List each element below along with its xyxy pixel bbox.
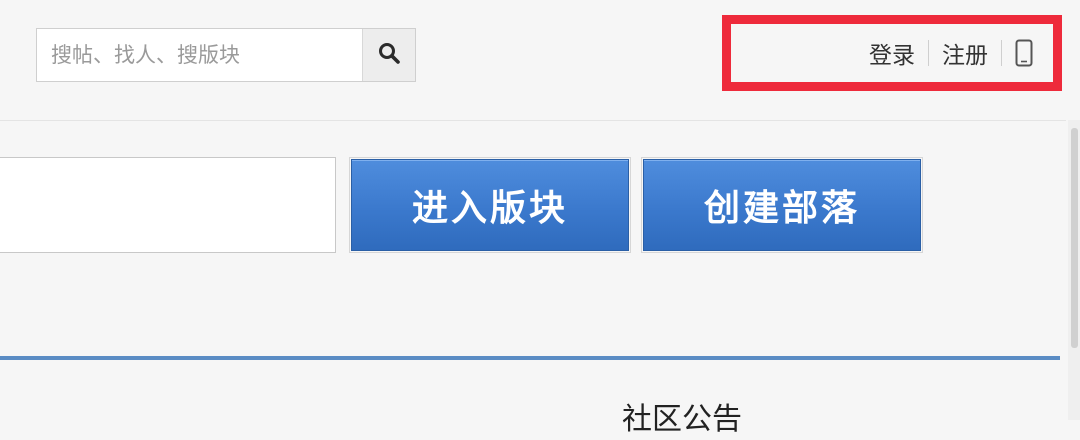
create-tribe-button[interactable]: 创建部落: [641, 157, 923, 253]
nav-divider: [928, 40, 929, 66]
search-input[interactable]: [37, 29, 363, 81]
forum-input[interactable]: [0, 158, 335, 252]
login-link[interactable]: 登录: [869, 36, 915, 70]
nav-divider: [1001, 40, 1002, 66]
header-divider: [0, 120, 1066, 121]
announcement-title: 社区公告: [622, 402, 742, 437]
scrollbar-thumb[interactable]: [1071, 128, 1078, 348]
search-icon: [377, 41, 401, 69]
mobile-phone-icon[interactable]: [1015, 39, 1033, 67]
section-divider: [0, 356, 1060, 360]
enter-forum-button[interactable]: 进入版块: [349, 157, 631, 253]
register-link[interactable]: 注册: [942, 36, 988, 70]
search-box: [36, 28, 416, 82]
search-button[interactable]: [362, 29, 415, 81]
forum-input-box: [0, 157, 336, 253]
user-nav: 登录 注册: [722, 15, 1062, 91]
